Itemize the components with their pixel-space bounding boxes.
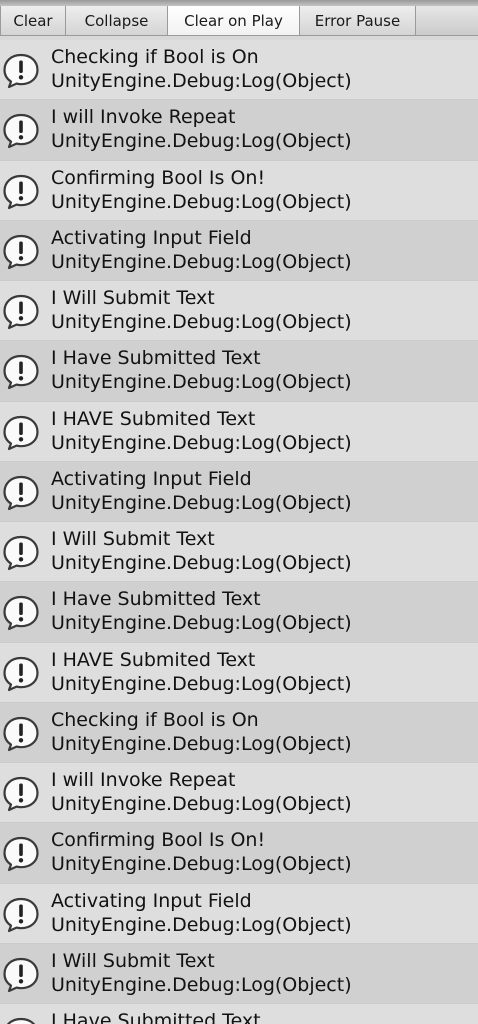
log-source: UnityEngine.Debug:Log(Object) — [51, 190, 352, 213]
log-entry[interactable]: I will Invoke Repeat UnityEngine.Debug:L… — [0, 763, 478, 824]
log-entry-text: I will Invoke Repeat UnityEngine.Debug:L… — [51, 768, 478, 816]
console-toolbar: Clear Collapse Clear on Play Error Pause — [0, 6, 478, 36]
log-message: I Will Submit Text — [51, 528, 215, 550]
log-entry-text: I HAVE Submited Text UnityEngine.Debug:L… — [51, 407, 478, 455]
log-message: Activating Input Field — [51, 467, 252, 490]
info-speech-bubble-icon — [3, 475, 39, 510]
info-speech-bubble-icon — [3, 535, 39, 571]
log-source: UnityEngine.Debug:Log(Object) — [51, 431, 352, 454]
log-entry-text: Confirming Bool Is On! UnityEngine.Debug… — [51, 828, 478, 876]
log-source: UnityEngine.Debug:Log(Object) — [51, 311, 352, 333]
log-entry[interactable]: I Will Submit Text UnityEngine.Debug:Log… — [0, 522, 478, 583]
log-message: I HAVE Submited Text — [51, 648, 256, 671]
log-entry-text: I Have Submitted Text UnityEngine.Debug:… — [51, 587, 478, 635]
log-source: UnityEngine.Debug:Log(Object) — [51, 853, 352, 876]
collapse-toggle[interactable]: Collapse — [66, 6, 168, 35]
log-source: UnityEngine.Debug:Log(Object) — [51, 973, 352, 996]
info-speech-bubble-icon — [6, 1017, 36, 1024]
log-message: Confirming Bool Is On! — [51, 829, 266, 852]
log-source: UnityEngine.Debug:Log(Object) — [51, 371, 352, 394]
log-entry[interactable]: I HAVE Submited Text UnityEngine.Debug:L… — [0, 401, 478, 462]
log-source: UnityEngine.Debug:Log(Object) — [51, 793, 352, 815]
log-entry-list[interactable]: Checking if Bool is On UnityEngine.Debug… — [0, 40, 478, 1024]
log-message: I Have Submitted Text — [51, 588, 261, 611]
log-entry[interactable]: I Have Submitted Text — [0, 1004, 478, 1024]
log-source: UnityEngine.Debug:Log(Object) — [51, 250, 352, 273]
log-entry[interactable]: I will Invoke Repeat UnityEngine.Debug:L… — [0, 100, 478, 161]
info-speech-bubble-icon — [3, 114, 39, 149]
info-speech-bubble-icon — [3, 897, 39, 932]
log-entry[interactable]: Activating Input Field UnityEngine.Debug… — [0, 220, 478, 281]
log-entry-text: I Have Submitted Text UnityEngine.Debug:… — [51, 346, 478, 394]
log-entry-text: Activating Input Field UnityEngine.Debug… — [51, 467, 478, 515]
log-entry[interactable]: Activating Input Field UnityEngine.Debug… — [0, 883, 478, 944]
log-entry-text: I Will Submit Text UnityEngine.Debug:Log… — [51, 949, 478, 997]
console-window: Clear Collapse Clear on Play Error Pause… — [0, 0, 478, 1024]
info-speech-bubble-icon — [3, 656, 39, 691]
clear-button[interactable]: Clear — [0, 6, 66, 35]
log-source: UnityEngine.Debug:Log(Object) — [51, 913, 352, 936]
log-message: Activating Input Field — [51, 226, 252, 249]
info-speech-bubble-icon — [3, 837, 39, 872]
log-source: UnityEngine.Debug:Log(Object) — [51, 612, 352, 635]
log-message: Confirming Bool Is On! — [51, 166, 266, 189]
info-speech-bubble-icon — [3, 776, 39, 812]
log-source: UnityEngine.Debug:Log(Object) — [51, 491, 352, 514]
log-source: UnityEngine.Debug:Log(Object) — [51, 552, 352, 574]
log-entry-text: I Will Submit Text UnityEngine.Debug:Log… — [51, 527, 478, 575]
error-pause-toggle[interactable]: Error Pause — [300, 6, 416, 35]
info-speech-bubble-icon — [3, 294, 39, 330]
log-entry[interactable]: Checking if Bool is On UnityEngine.Debug… — [0, 40, 478, 101]
log-entry[interactable]: I Have Submitted Text UnityEngine.Debug:… — [0, 341, 478, 402]
log-entry-text: Checking if Bool is On UnityEngine.Debug… — [51, 45, 478, 93]
info-speech-bubble-icon — [3, 355, 39, 390]
log-source: UnityEngine.Debug:Log(Object) — [51, 672, 352, 695]
log-message: Checking if Bool is On — [51, 708, 259, 731]
log-message: I Will Submit Text — [51, 949, 215, 972]
log-message: Activating Input Field — [51, 889, 252, 912]
toolbar-spacer — [416, 6, 478, 35]
log-entry[interactable]: I Have Submitted Text UnityEngine.Debug:… — [0, 582, 478, 643]
log-message: Checking if Bool is On — [51, 46, 259, 68]
info-speech-bubble-icon — [3, 53, 39, 89]
log-entry[interactable]: Activating Input Field UnityEngine.Debug… — [0, 461, 478, 522]
log-message: I will Invoke Repeat — [51, 769, 236, 791]
log-message: I Have Submitted Text — [51, 347, 261, 370]
log-entry[interactable]: I HAVE Submited Text UnityEngine.Debug:L… — [0, 642, 478, 703]
log-message: I will Invoke Repeat — [51, 106, 236, 129]
info-speech-bubble-icon — [3, 716, 39, 751]
log-entry[interactable]: I Will Submit Text UnityEngine.Debug:Log… — [0, 281, 478, 342]
log-source: UnityEngine.Debug:Log(Object) — [51, 732, 352, 755]
log-entry-text: Checking if Bool is On UnityEngine.Debug… — [51, 708, 478, 756]
log-entry-text: I Will Submit Text UnityEngine.Debug:Log… — [51, 286, 478, 334]
info-speech-bubble-icon — [3, 415, 39, 450]
log-entry[interactable]: I Will Submit Text UnityEngine.Debug:Log… — [0, 943, 478, 1004]
log-entry[interactable]: Confirming Bool Is On! UnityEngine.Debug… — [0, 160, 478, 221]
log-entry-text: I HAVE Submited Text UnityEngine.Debug:L… — [51, 648, 478, 696]
log-entry-text: I Have Submitted Text — [51, 1009, 478, 1024]
info-speech-bubble-icon — [3, 174, 39, 209]
log-entry-text: Activating Input Field UnityEngine.Debug… — [51, 889, 478, 937]
info-speech-bubble-icon — [3, 234, 39, 269]
log-message: I Have Submitted Text — [51, 1010, 261, 1024]
log-message: I HAVE Submited Text — [51, 407, 256, 430]
info-speech-bubble-icon — [3, 596, 39, 631]
log-source: UnityEngine.Debug:Log(Object) — [51, 70, 352, 92]
log-entry[interactable]: Checking if Bool is On UnityEngine.Debug… — [0, 702, 478, 763]
log-entry-text: Activating Input Field UnityEngine.Debug… — [51, 226, 478, 274]
log-entry[interactable]: Confirming Bool Is On! UnityEngine.Debug… — [0, 823, 478, 884]
log-entry-text: I will Invoke Repeat UnityEngine.Debug:L… — [51, 105, 478, 153]
log-message: I Will Submit Text — [51, 287, 215, 309]
log-entry-text: Confirming Bool Is On! UnityEngine.Debug… — [51, 166, 478, 214]
log-source: UnityEngine.Debug:Log(Object) — [51, 130, 352, 153]
clear-on-play-toggle[interactable]: Clear on Play — [168, 6, 300, 35]
info-speech-bubble-icon — [3, 957, 39, 992]
